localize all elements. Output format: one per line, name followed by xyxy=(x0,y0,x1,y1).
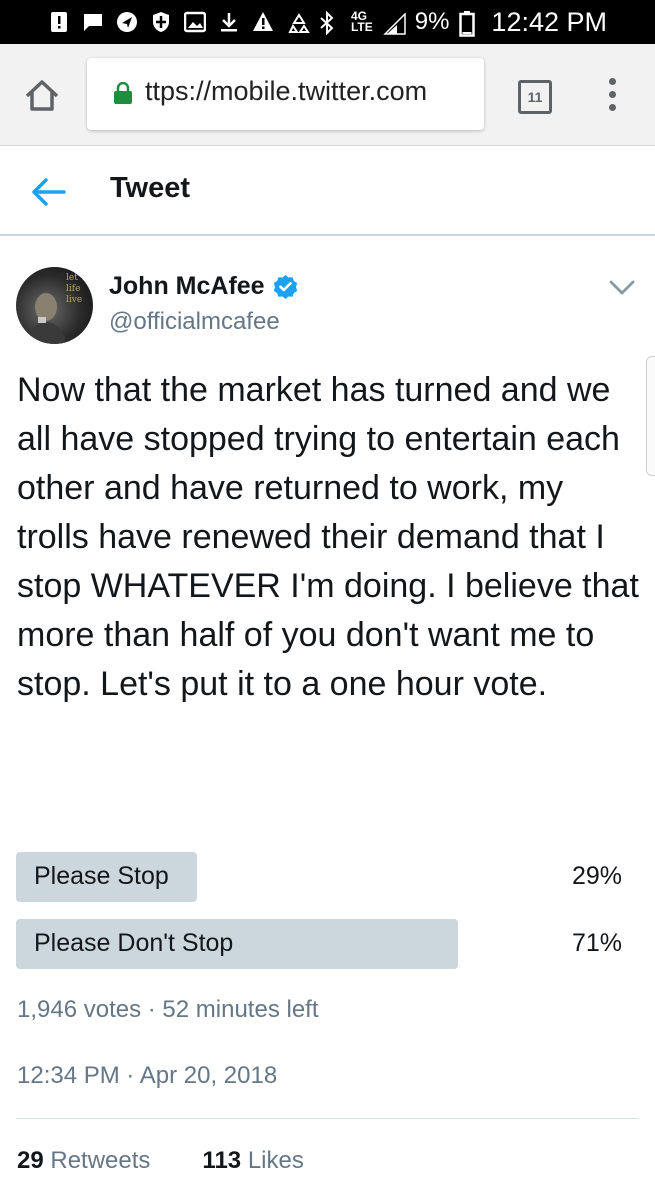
poll: Please Stop 29% Please Don't Stop 71% xyxy=(16,852,626,986)
clock: 12:42 PM xyxy=(491,6,607,37)
poll-option: Please Don't Stop 71% xyxy=(16,919,626,969)
system-icons: 4G LTE 9% 12:42 PM xyxy=(287,6,607,38)
poll-option: Please Stop 29% xyxy=(16,852,626,902)
tab-switcher-button[interactable]: 11 xyxy=(518,80,552,114)
retweets-count: 29 xyxy=(17,1147,44,1174)
retweets-label: Retweets xyxy=(50,1147,151,1174)
address-bar[interactable]: ttps://mobile.twitter.com xyxy=(87,58,484,130)
likes-label: Likes xyxy=(247,1147,304,1174)
tweet-text: Now that the market has turned and we al… xyxy=(17,371,639,703)
url-text: ttps://mobile.twitter.com xyxy=(145,76,428,106)
page-title: Tweet xyxy=(110,172,191,204)
notification-icons xyxy=(48,8,274,36)
image-icon xyxy=(183,11,207,33)
signal-icon xyxy=(382,11,406,35)
retweets-stat[interactable]: 29 Retweets xyxy=(17,1147,150,1175)
back-arrow-icon[interactable] xyxy=(30,176,66,208)
likes-count: 113 xyxy=(202,1147,242,1174)
status-bar: 4G LTE 9% 12:42 PM xyxy=(0,0,655,44)
author-name[interactable]: John McAfee xyxy=(109,272,265,301)
avatar-lettering: let life live xyxy=(66,273,83,305)
navigation-icon xyxy=(116,11,138,33)
alert-icon xyxy=(48,11,70,33)
warning-icon xyxy=(252,11,274,33)
scrollbar[interactable] xyxy=(646,356,655,476)
tweet-stats: 29 Retweets 113 Likes xyxy=(17,1147,304,1175)
poll-option-percent: 71% xyxy=(571,929,622,957)
author-handle[interactable]: @officialmcafee xyxy=(109,308,280,336)
shield-icon xyxy=(150,11,172,33)
download-icon xyxy=(218,11,240,33)
battery-icon xyxy=(459,11,481,37)
bluetooth-icon xyxy=(319,10,341,36)
network-sub-label: LTE xyxy=(350,20,373,34)
network-type: 4G LTE xyxy=(350,10,373,34)
poll-option-percent: 29% xyxy=(571,862,622,890)
verified-badge-icon xyxy=(273,274,298,299)
message-icon xyxy=(82,11,104,33)
battery-percent: 9% xyxy=(414,8,450,35)
likes-stat[interactable]: 113 Likes xyxy=(202,1147,303,1175)
avatar[interactable]: let life live xyxy=(16,267,93,344)
browser-toolbar: ttps://mobile.twitter.com 11 xyxy=(0,44,655,146)
tweet-timestamp[interactable]: 12:34 PM · Apr 20, 2018 xyxy=(17,1062,277,1090)
poll-meta: 1,946 votes · 52 minutes left xyxy=(17,996,319,1023)
chevron-down-icon[interactable] xyxy=(608,278,636,298)
poll-option-label: Please Stop xyxy=(34,862,169,890)
author-name-row[interactable]: John McAfee xyxy=(109,272,298,301)
recycle-icon xyxy=(287,11,310,33)
divider xyxy=(16,1118,639,1119)
page-header: Tweet xyxy=(0,146,655,236)
home-icon[interactable] xyxy=(22,76,62,116)
poll-option-label: Please Don't Stop xyxy=(34,929,234,957)
lock-icon xyxy=(113,81,133,104)
overflow-menu-icon[interactable] xyxy=(602,78,622,118)
